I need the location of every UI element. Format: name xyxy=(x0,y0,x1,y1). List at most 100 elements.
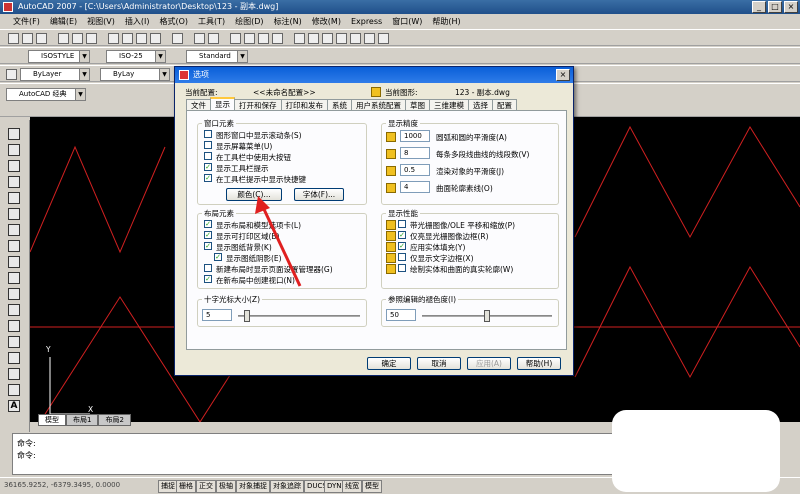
polygon-icon[interactable] xyxy=(8,176,20,188)
open-icon[interactable] xyxy=(22,33,33,44)
paper-background-checkbox[interactable]: ✓ xyxy=(204,242,212,250)
fonts-button[interactable]: 字体(F)... xyxy=(294,188,344,201)
menu-express[interactable]: Express xyxy=(346,14,387,29)
print-preview-icon[interactable] xyxy=(72,33,83,44)
crosshair-slider-thumb[interactable] xyxy=(243,310,250,322)
raster-frame-checkbox[interactable]: ✓ xyxy=(398,231,406,239)
scrollbars-checkbox[interactable] xyxy=(204,130,212,138)
table-style-select[interactable]: Standard ▼ xyxy=(186,50,248,63)
menu-insert[interactable]: 插入(I) xyxy=(120,14,155,29)
text-frame-checkbox[interactable] xyxy=(398,253,406,261)
printable-area-checkbox[interactable]: ✓ xyxy=(204,231,212,239)
menu-edit[interactable]: 编辑(E) xyxy=(45,14,82,29)
contour-lines-input[interactable]: 4 xyxy=(400,181,430,193)
ellipse-icon[interactable] xyxy=(8,272,20,284)
region-icon[interactable] xyxy=(8,368,20,380)
gradient-icon[interactable] xyxy=(8,352,20,364)
sheet-set-icon[interactable] xyxy=(336,33,347,44)
tooltip-shortcuts-checkbox[interactable]: ✓ xyxy=(204,174,212,182)
copy-icon[interactable] xyxy=(122,33,133,44)
arc-smoothness-input[interactable]: 1000 xyxy=(400,130,430,142)
layer-manager-icon[interactable] xyxy=(6,69,17,80)
markup-icon[interactable] xyxy=(350,33,361,44)
tooltips-checkbox[interactable]: ✓ xyxy=(204,163,212,171)
solid-fill-checkbox[interactable]: ✓ xyxy=(398,242,406,250)
menu-draw[interactable]: 绘图(D) xyxy=(230,14,268,29)
calculator-icon[interactable] xyxy=(364,33,375,44)
large-buttons-checkbox[interactable] xyxy=(204,152,212,160)
arc-icon[interactable] xyxy=(8,208,20,220)
menu-modify[interactable]: 修改(M) xyxy=(307,14,346,29)
maximize-button[interactable]: □ xyxy=(768,1,782,13)
revision-cloud-icon[interactable] xyxy=(8,240,20,252)
help-button[interactable]: 帮助(H) xyxy=(517,357,561,370)
line-icon[interactable] xyxy=(8,128,20,140)
polyline-icon[interactable] xyxy=(8,160,20,172)
polyline-segments-input[interactable]: 8 xyxy=(400,147,430,159)
tab-layout1[interactable]: 布局1 xyxy=(66,414,99,426)
save-icon[interactable] xyxy=(36,33,47,44)
tab-display[interactable]: 显示 xyxy=(210,97,235,111)
apply-button[interactable]: 应用(A) xyxy=(467,357,511,370)
menu-dimension[interactable]: 标注(N) xyxy=(269,14,307,29)
menu-file[interactable]: 文件(F) xyxy=(8,14,45,29)
menu-format[interactable]: 格式(O) xyxy=(154,14,193,29)
menu-window[interactable]: 窗口(W) xyxy=(387,14,427,29)
close-button[interactable]: × xyxy=(784,1,798,13)
match-properties-icon[interactable] xyxy=(150,33,161,44)
multiline-text-icon[interactable]: A xyxy=(8,400,20,412)
tab-layout2[interactable]: 布局2 xyxy=(98,414,131,426)
xref-slider-thumb[interactable] xyxy=(484,310,490,322)
crosshair-size-input[interactable]: 5 xyxy=(202,309,232,321)
cut-icon[interactable] xyxy=(108,33,119,44)
paste-icon[interactable] xyxy=(136,33,147,44)
osnap-toggle[interactable]: 对象捕捉 xyxy=(236,480,270,493)
workspace-select[interactable]: AutoCAD 经典 ▼ xyxy=(6,88,86,101)
minimize-button[interactable]: _ xyxy=(752,1,766,13)
tool-palettes-icon[interactable] xyxy=(322,33,333,44)
autocad-app-icon[interactable] xyxy=(3,2,13,12)
layer-select[interactable]: ByLayer ▼ xyxy=(20,68,90,81)
dim-style-select[interactable]: ISO-25 ▼ xyxy=(106,50,166,63)
create-viewport-checkbox[interactable]: ✓ xyxy=(204,275,212,283)
construction-line-icon[interactable] xyxy=(8,144,20,156)
cancel-button[interactable]: 取消 xyxy=(417,357,461,370)
new-icon[interactable] xyxy=(8,33,19,44)
ortho-toggle[interactable]: 正交 xyxy=(196,480,216,493)
snap-toggle[interactable]: 捕捉 xyxy=(158,480,178,493)
screen-menu-checkbox[interactable] xyxy=(204,141,212,149)
model-space-toggle[interactable]: 模型 xyxy=(362,480,382,493)
zoom-previous-icon[interactable] xyxy=(272,33,283,44)
menu-help[interactable]: 帮助(H) xyxy=(427,14,465,29)
raster-pan-checkbox[interactable] xyxy=(398,220,406,228)
silhouettes-checkbox[interactable] xyxy=(398,264,406,272)
properties-icon[interactable] xyxy=(294,33,305,44)
design-center-icon[interactable] xyxy=(308,33,319,44)
polar-toggle[interactable]: 极轴 xyxy=(216,480,236,493)
text-style-select[interactable]: ISOSTYLE ▼ xyxy=(28,50,90,63)
paper-shadow-checkbox[interactable]: ✓ xyxy=(214,253,222,261)
render-smoothness-input[interactable]: 0.5 xyxy=(400,164,430,176)
rectangle-icon[interactable] xyxy=(8,192,20,204)
dialog-close-button[interactable]: × xyxy=(556,69,570,81)
redo-icon[interactable] xyxy=(208,33,219,44)
zoom-window-icon[interactable] xyxy=(258,33,269,44)
crosshair-size-slider[interactable] xyxy=(238,315,360,317)
block-editor-icon[interactable] xyxy=(172,33,183,44)
insert-block-icon[interactable] xyxy=(8,288,20,300)
tab-model[interactable]: 模型 xyxy=(38,414,66,426)
lineweight-toggle[interactable]: 线宽 xyxy=(342,480,362,493)
xref-fade-input[interactable]: 50 xyxy=(386,309,416,321)
spline-icon[interactable] xyxy=(8,256,20,268)
point-icon[interactable] xyxy=(8,320,20,332)
zoom-realtime-icon[interactable] xyxy=(244,33,255,44)
menu-view[interactable]: 视图(V) xyxy=(82,14,120,29)
page-setup-manager-checkbox[interactable] xyxy=(204,264,212,272)
layout-tabs-checkbox[interactable]: ✓ xyxy=(204,220,212,228)
ok-button[interactable]: 确定 xyxy=(367,357,411,370)
undo-icon[interactable] xyxy=(194,33,205,44)
publish-icon[interactable] xyxy=(86,33,97,44)
pan-icon[interactable] xyxy=(230,33,241,44)
hatch-icon[interactable] xyxy=(8,336,20,348)
grid-toggle[interactable]: 栅格 xyxy=(176,480,196,493)
